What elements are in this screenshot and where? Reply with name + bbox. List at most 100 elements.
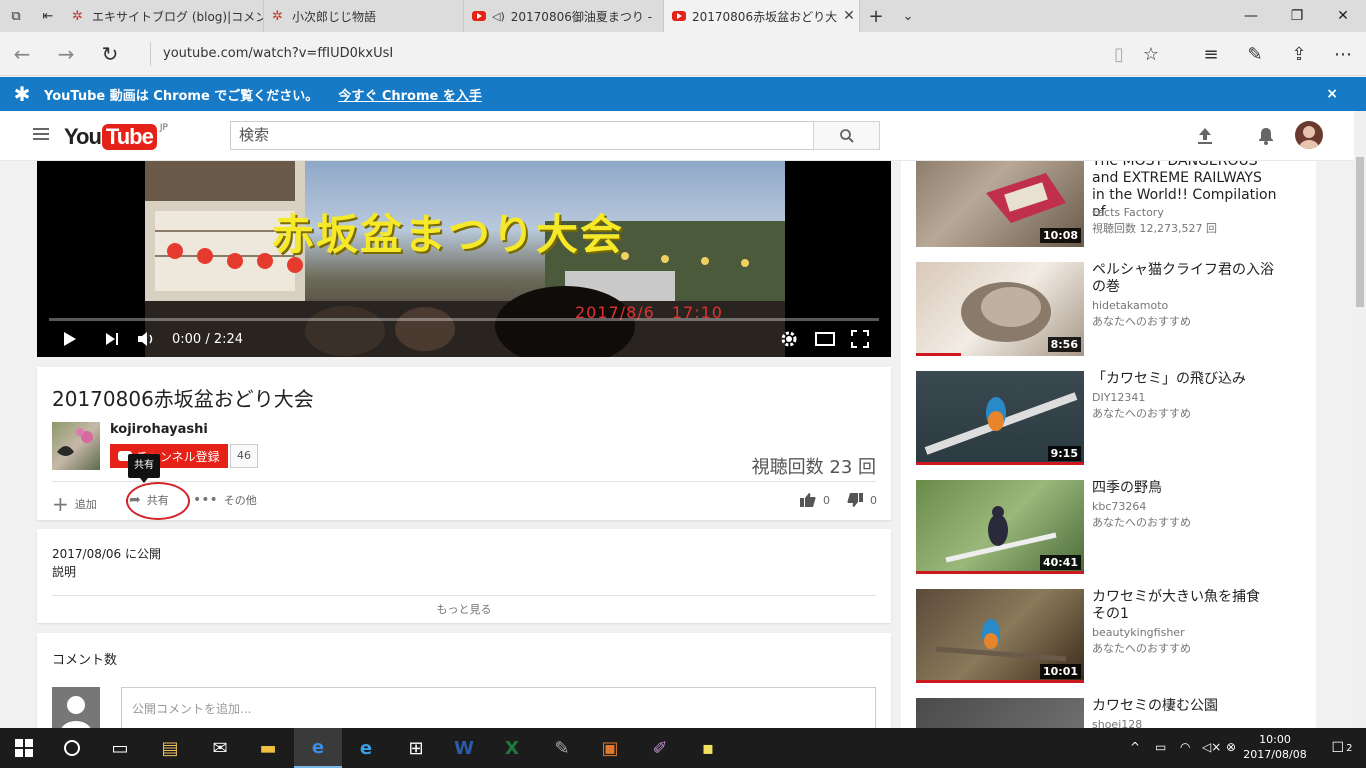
restore-icon[interactable]: ❐ (1274, 0, 1320, 32)
close-banner-icon[interactable]: × (1326, 86, 1338, 102)
refresh-icon[interactable]: ↻ (96, 40, 124, 68)
recommendation-item[interactable]: 10:08 The MOST DANGEROUS and EXTREME RAI… (916, 161, 1306, 247)
wifi-icon[interactable]: ◠ (1180, 740, 1190, 754)
video-thumbnail[interactable]: 10:01 (916, 589, 1084, 683)
browser-tab[interactable]: ✲ 小次郎じじ物語 (264, 0, 464, 32)
chevron-up-icon[interactable]: ^ (1130, 740, 1140, 754)
url-field[interactable]: youtube.com/watch?v=ffIUD0kxUsI (150, 42, 393, 66)
tab-label: 20170806赤坂盆おどり大 (692, 9, 838, 24)
recommendation-channel[interactable]: DIY12341 (1092, 390, 1145, 406)
share-icon[interactable]: ⇪ (1285, 40, 1313, 68)
settings-gear-icon[interactable] (780, 329, 798, 349)
scrollbar-thumb[interactable] (1356, 157, 1364, 307)
forward-icon[interactable]: → (52, 40, 80, 68)
paint-icon[interactable]: ✎ (538, 728, 586, 768)
recommendation-item[interactable]: 8:56 ペルシャ猫クライフ君の入浴の巻 hidetakamoto あなたへのお… (916, 262, 1306, 356)
recommendation-item[interactable]: 40:41 四季の野鳥 kbc73264 あなたへのおすすめ (916, 480, 1306, 574)
browser-tab-active[interactable]: 20170806赤坂盆おどり大 ✕ (664, 0, 860, 32)
reading-view-icon[interactable]: ▯ (1105, 40, 1133, 68)
edge-browser-icon[interactable]: e (294, 728, 342, 768)
photos-app-icon[interactable]: ▤ (146, 728, 194, 768)
tab-manager-icon[interactable]: ⧉ (0, 0, 32, 32)
subscriber-count: 46 (230, 444, 258, 468)
sticky-notes-icon[interactable]: ▪ (684, 728, 732, 768)
cortana-icon[interactable] (48, 728, 96, 768)
more-icon[interactable]: ⋯ (1329, 40, 1357, 68)
description-card: 2017/08/06 に公開 説明 もっと見る (37, 529, 891, 623)
recommendation-title[interactable]: カワセミが大きい魚を捕食 その1 (1092, 589, 1277, 623)
web-note-icon[interactable]: ✎ (1241, 40, 1269, 68)
internet-explorer-icon[interactable]: e (342, 728, 390, 768)
chevron-down-icon[interactable]: ⌄ (892, 0, 924, 32)
get-chrome-link[interactable]: 今すぐ Chrome を入手 (338, 85, 482, 104)
fullscreen-icon[interactable] (851, 329, 869, 349)
minimize-icon[interactable]: — (1228, 0, 1274, 32)
excel-icon[interactable]: X (488, 728, 536, 768)
video-thumbnail[interactable]: 10:08 (916, 161, 1084, 247)
search-button[interactable] (813, 121, 880, 150)
recommendation-channel[interactable]: kbc73264 (1092, 499, 1146, 515)
paint-brush-icon[interactable]: ✐ (636, 728, 684, 768)
show-more-button[interactable]: もっと見る (37, 601, 891, 617)
bell-icon[interactable] (1253, 123, 1279, 149)
recommendation-channel[interactable]: hidetakamoto (1092, 298, 1168, 314)
page-scrollbar[interactable] (1354, 111, 1366, 728)
back-icon[interactable]: ← (8, 40, 36, 68)
recommendation-item[interactable]: 10:01 カワセミが大きい魚を捕食 その1 beautykingfisher … (916, 589, 1306, 683)
set-aside-tabs-icon[interactable]: ⇤ (32, 0, 64, 32)
close-window-icon[interactable]: ✕ (1320, 0, 1366, 32)
channel-name[interactable]: kojirohayashi (110, 422, 208, 437)
recommendation-item[interactable]: カワセミの棲む公園 shoei128 (916, 698, 1306, 728)
like-button[interactable]: 0 (799, 492, 830, 508)
video-thumbnail[interactable]: 8:56 (916, 262, 1084, 356)
recommendation-channel[interactable]: Facts Factory (1092, 205, 1164, 221)
recommendation-title[interactable]: 「カワセミ」の飛び込み (1092, 371, 1277, 388)
browser-tab[interactable]: ✲ エキサイトブログ (blog)|コメント (64, 0, 264, 32)
ime-icon[interactable]: ⊗ (1226, 740, 1236, 754)
new-tab-icon[interactable]: + (860, 0, 892, 32)
windows-start-icon[interactable] (0, 728, 48, 768)
play-icon[interactable] (63, 329, 77, 349)
comment-input[interactable]: 公開コメントを追加... (121, 687, 876, 731)
recommendation-channel[interactable]: shoei128 (1092, 717, 1142, 728)
browser-tab[interactable]: ◁) 20170806御油夏まつり - (464, 0, 664, 32)
action-center-icon[interactable]: ☐ 2 (1318, 728, 1366, 768)
task-view-icon[interactable]: ▭ (96, 728, 144, 768)
search-input[interactable]: 検索 (230, 121, 814, 150)
recommendation-title[interactable]: 四季の野鳥 (1092, 480, 1277, 497)
upload-icon[interactable] (1192, 123, 1218, 149)
more-actions-button[interactable]: ••• その他 (193, 492, 257, 508)
favorite-star-icon[interactable]: ☆ (1137, 40, 1165, 68)
close-tab-icon[interactable]: ✕ (843, 8, 855, 24)
dislike-button[interactable]: 0 (846, 492, 877, 508)
logo-tube: Tube (101, 124, 157, 150)
hub-icon[interactable]: ≡ (1197, 40, 1225, 68)
video-thumbnail[interactable]: 40:41 (916, 480, 1084, 574)
volume-icon[interactable] (137, 329, 155, 349)
video-thumbnail[interactable]: 9:15 (916, 371, 1084, 465)
channel-thumbnail[interactable] (52, 422, 100, 470)
video-time: 0:00 / 2:24 (172, 331, 244, 347)
add-to-button[interactable]: + 追加 (52, 492, 97, 516)
battery-icon[interactable]: ▭ (1155, 740, 1166, 754)
video-progress-bar[interactable] (49, 318, 879, 321)
recommendation-channel[interactable]: beautykingfisher (1092, 625, 1185, 641)
hamburger-menu-icon[interactable] (33, 125, 49, 145)
youtube-logo[interactable]: You Tube JP (64, 123, 168, 151)
recommendation-item[interactable]: 9:15 「カワセミ」の飛び込み DIY12341 あなたへのおすすめ (916, 371, 1306, 465)
account-avatar[interactable] (1295, 121, 1323, 149)
taskbar-clock[interactable]: 10:00 2017/08/08 (1240, 732, 1310, 762)
toolbox-icon[interactable]: ▣ (586, 728, 634, 768)
next-icon[interactable] (105, 329, 119, 349)
video-player[interactable]: 赤坂盆まつり大会 2017/8/6 17:10 0:00 / 2:24 (37, 161, 891, 357)
theater-mode-icon[interactable] (815, 329, 835, 349)
volume-tray-icon[interactable]: ◁× (1202, 740, 1221, 754)
recommendation-title[interactable]: ペルシャ猫クライフ君の入浴の巻 (1092, 262, 1277, 296)
store-icon[interactable]: ⊞ (392, 728, 440, 768)
recommendation-title[interactable]: カワセミの棲む公園 (1092, 698, 1277, 715)
mail-icon[interactable]: ✉ (196, 728, 244, 768)
thumbs-up-icon (800, 493, 816, 507)
video-thumbnail[interactable] (916, 698, 1084, 728)
file-explorer-icon[interactable]: ▬ (244, 728, 292, 768)
word-icon[interactable]: W (440, 728, 488, 768)
